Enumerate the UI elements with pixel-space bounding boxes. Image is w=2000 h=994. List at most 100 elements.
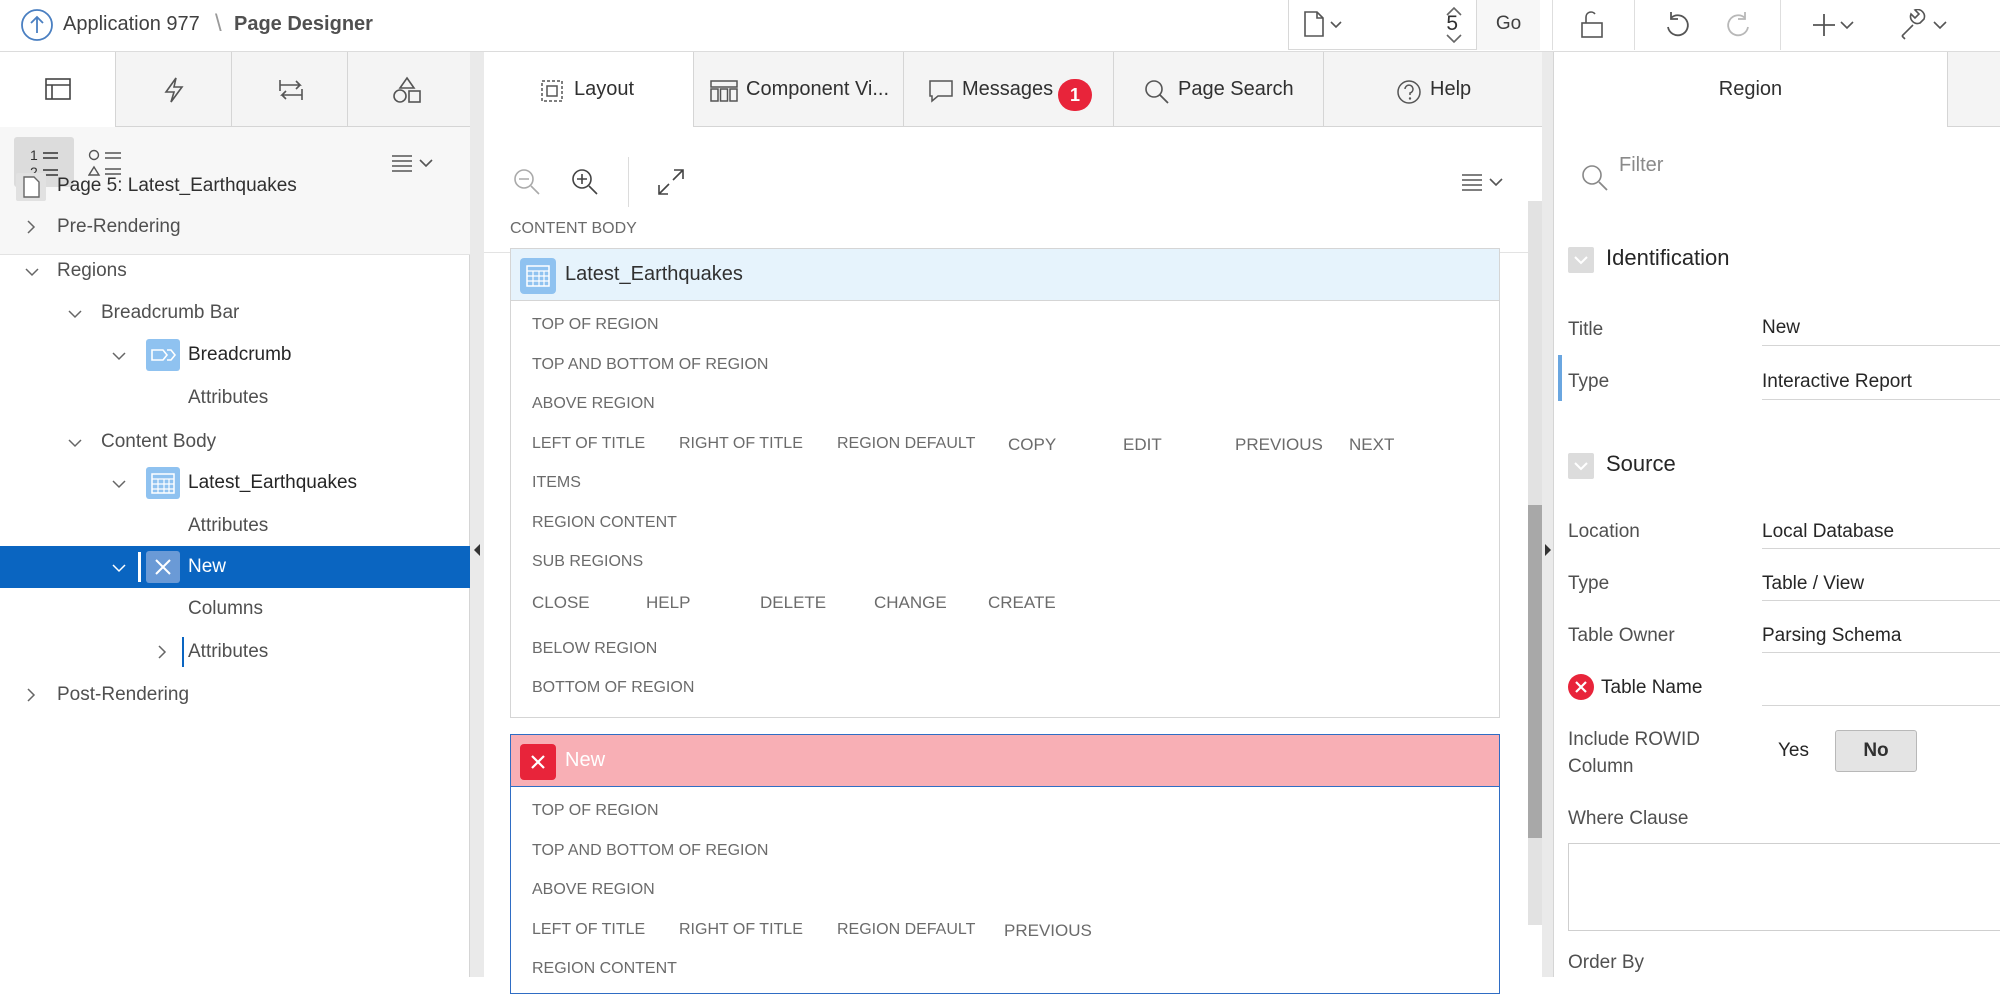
- button-next[interactable]: NEXT: [1349, 435, 1394, 455]
- prop-location-value[interactable]: Local Database: [1762, 521, 1894, 543]
- position-above-region[interactable]: ABOVE REGION: [532, 881, 655, 899]
- app-up-icon[interactable]: [20, 8, 54, 42]
- tree-item-attributes[interactable]: Attributes: [0, 377, 470, 419]
- position-right-of-title[interactable]: RIGHT OF TITLE: [679, 921, 803, 939]
- tab-page-search[interactable]: Page Search: [1114, 52, 1324, 127]
- tree-item-regions[interactable]: Regions: [0, 250, 470, 292]
- group-title: Identification: [1606, 245, 1730, 270]
- collapse-right-icon[interactable]: [1543, 542, 1553, 558]
- tree-item-label: Pre-Rendering: [57, 216, 181, 237]
- button-delete[interactable]: DELETE: [760, 593, 826, 613]
- tree-item-content-body[interactable]: Content Body: [0, 421, 470, 463]
- tree-item-page[interactable]: Page 5: Latest_Earthquakes: [0, 165, 470, 207]
- tree-item-attributes[interactable]: Attributes: [0, 631, 470, 673]
- rowid-yes-option[interactable]: Yes: [1778, 740, 1809, 762]
- button-close[interactable]: CLOSE: [532, 593, 590, 613]
- region-new[interactable]: New TOP OF REGION TOP AND BOTTOM OF REGI…: [510, 734, 1500, 994]
- layout-scrollbar-thumb[interactable]: [1528, 505, 1542, 838]
- tab-component-view[interactable]: Component Vi...: [694, 52, 904, 127]
- tree-item-columns[interactable]: Columns: [0, 588, 470, 630]
- button-previous[interactable]: PREVIOUS: [1004, 921, 1092, 941]
- add-menu-icon[interactable]: [1810, 10, 1860, 40]
- where-clause-textarea[interactable]: [1568, 843, 2000, 931]
- position-top-of-region[interactable]: TOP OF REGION: [532, 316, 659, 334]
- layout-menu-icon[interactable]: [1460, 171, 1510, 195]
- tree-item-post-rendering[interactable]: Post-Rendering: [0, 674, 470, 716]
- go-button[interactable]: Go: [1476, 0, 1540, 50]
- button-previous[interactable]: PREVIOUS: [1235, 435, 1323, 455]
- tab-dynamic-actions[interactable]: [116, 52, 232, 127]
- prop-title-value[interactable]: New: [1762, 317, 1800, 339]
- button-copy[interactable]: COPY: [1008, 435, 1056, 455]
- focus-marker: [182, 637, 184, 667]
- position-region-default[interactable]: REGION DEFAULT: [837, 435, 975, 453]
- tab-layout[interactable]: Layout: [484, 52, 694, 128]
- tree-item-latest-earthquakes[interactable]: Latest_Earthquakes: [0, 462, 470, 504]
- group-header[interactable]: Identification: [1554, 229, 2000, 289]
- prop-rowid-label: Include ROWID: [1568, 729, 1700, 750]
- position-top-and-bottom[interactable]: TOP AND BOTTOM OF REGION: [532, 842, 768, 860]
- tree-item-attributes[interactable]: Attributes: [0, 505, 470, 547]
- tab-shared-components[interactable]: [348, 52, 470, 127]
- tab-help[interactable]: Help: [1324, 52, 1542, 127]
- rowid-no-option[interactable]: No: [1835, 730, 1917, 772]
- tab-region[interactable]: Region: [1554, 52, 1948, 128]
- chevron-down-icon: [112, 480, 126, 489]
- lightning-icon: [164, 77, 184, 103]
- toolbar-divider: [1634, 0, 1635, 50]
- undo-icon[interactable]: [1662, 9, 1694, 41]
- position-left-of-title[interactable]: LEFT OF TITLE: [532, 921, 645, 939]
- button-help[interactable]: HELP: [646, 593, 690, 613]
- region-header[interactable]: Latest_Earthquakes: [511, 249, 1499, 301]
- group-title: Source: [1606, 451, 1676, 476]
- tab-processing[interactable]: [232, 52, 348, 127]
- tree-item-breadcrumb-bar[interactable]: Breadcrumb Bar: [0, 292, 470, 334]
- position-above-region[interactable]: ABOVE REGION: [532, 395, 655, 413]
- page-stepper-icon[interactable]: [1443, 4, 1465, 46]
- region-header[interactable]: New: [511, 735, 1499, 787]
- zoom-out-icon[interactable]: [512, 167, 542, 197]
- position-right-of-title[interactable]: RIGHT OF TITLE: [679, 435, 803, 453]
- field-underline: [1762, 399, 2000, 400]
- tab-rendering[interactable]: [0, 52, 116, 128]
- prop-type-value[interactable]: Interactive Report: [1762, 371, 1912, 393]
- app-name-link[interactable]: Application 977: [63, 13, 200, 36]
- position-top-and-bottom[interactable]: TOP AND BOTTOM OF REGION: [532, 356, 768, 374]
- focus-marker: [138, 552, 141, 582]
- tree-item-breadcrumb[interactable]: Breadcrumb: [0, 334, 470, 376]
- property-filter-input[interactable]: [1619, 150, 1919, 180]
- tree-item-label: Attributes: [188, 641, 269, 662]
- collapse-left-icon[interactable]: [472, 542, 482, 558]
- tab-messages[interactable]: Messages 1: [904, 52, 1114, 127]
- utilities-wrench-icon[interactable]: [1897, 9, 1953, 41]
- group-header[interactable]: Source: [1554, 435, 2000, 495]
- position-region-content[interactable]: REGION CONTENT: [532, 960, 677, 978]
- unlock-icon[interactable]: [1576, 10, 1608, 40]
- zoom-in-icon[interactable]: [570, 167, 600, 197]
- tree-item-pre-rendering[interactable]: Pre-Rendering: [0, 206, 470, 248]
- left-splitter[interactable]: [470, 52, 484, 977]
- position-region-default[interactable]: REGION DEFAULT: [837, 921, 975, 939]
- button-edit[interactable]: EDIT: [1123, 435, 1162, 455]
- position-left-of-title[interactable]: LEFT OF TITLE: [532, 435, 645, 453]
- prop-source-type-value[interactable]: Table / View: [1762, 573, 1864, 595]
- position-below-region[interactable]: BELOW REGION: [532, 640, 657, 658]
- right-splitter[interactable]: [1542, 52, 1553, 977]
- position-items[interactable]: ITEMS: [532, 474, 581, 492]
- table-name-input[interactable]: [1762, 705, 2000, 706]
- position-region-content[interactable]: REGION CONTENT: [532, 514, 677, 532]
- position-bottom-of-region[interactable]: BOTTOM OF REGION: [532, 679, 694, 697]
- button-change[interactable]: CHANGE: [874, 593, 947, 613]
- chevron-down-icon[interactable]: [1568, 247, 1594, 273]
- expand-icon[interactable]: [656, 167, 686, 197]
- button-create[interactable]: CREATE: [988, 593, 1056, 613]
- chevron-down-icon[interactable]: [1568, 453, 1594, 479]
- region-latest-earthquakes[interactable]: Latest_Earthquakes TOP OF REGION TOP AND…: [510, 248, 1500, 718]
- tree-item-new[interactable]: New: [0, 546, 470, 588]
- position-sub-regions[interactable]: SUB REGIONS: [532, 553, 643, 571]
- prop-title-label: Title: [1568, 319, 1604, 340]
- prop-table-owner-value[interactable]: Parsing Schema: [1762, 625, 1901, 647]
- page-icon[interactable]: [1302, 10, 1346, 38]
- position-top-of-region[interactable]: TOP OF REGION: [532, 802, 659, 820]
- redo-icon[interactable]: [1722, 9, 1754, 41]
